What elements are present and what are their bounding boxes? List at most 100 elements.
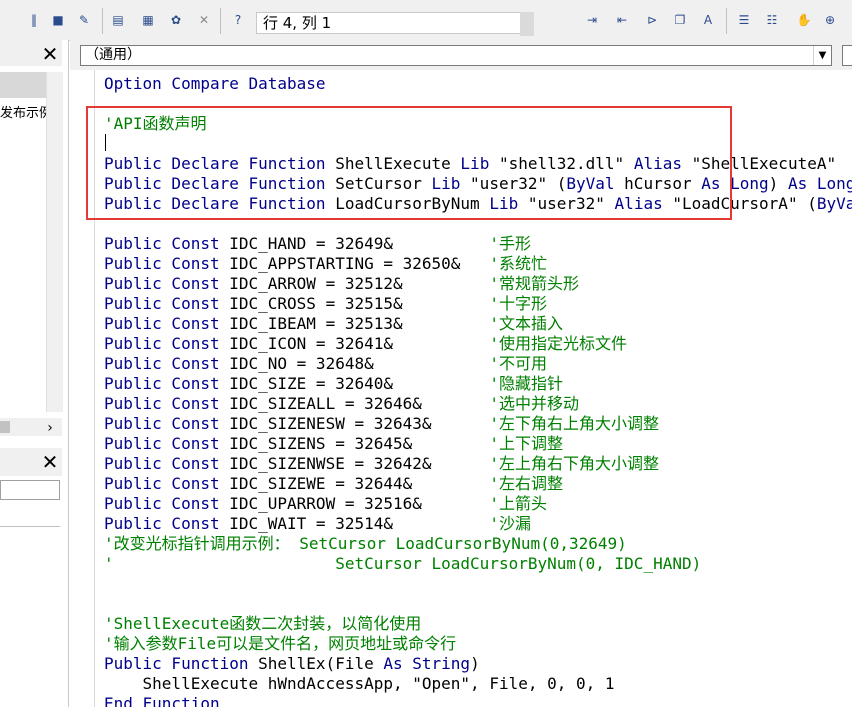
hand-icon[interactable]: ✋ — [796, 12, 812, 28]
code-keyword: ByVal — [816, 194, 852, 213]
properties-icon[interactable]: ▦ — [140, 12, 156, 28]
code-line[interactable]: Public Const IDC_SIZE = 32640& '隐藏指针 — [104, 374, 852, 394]
properties-grid[interactable] — [0, 526, 60, 708]
margin-indicator-bar[interactable] — [70, 70, 95, 707]
object-browser-icon[interactable]: ✿ — [168, 12, 184, 28]
code-line[interactable]: Public Const IDC_APPSTARTING = 32650& '系… — [104, 254, 852, 274]
code-line[interactable]: ShellExecute hWndAccessApp, "Open", File… — [104, 674, 852, 694]
code-line[interactable] — [104, 94, 852, 114]
code-text: IDC_HAND = 32649& — [229, 234, 490, 253]
chevron-down-icon[interactable]: ▼ — [813, 46, 831, 65]
code-keyword: Public Const — [104, 474, 230, 493]
code-line[interactable]: 'ShellExecute函数二次封装，以简化使用 — [104, 614, 852, 634]
code-line[interactable]: Public Const IDC_HAND = 32649& '手形 — [104, 234, 852, 254]
toggle-breakpoint-icon[interactable]: ⊳ — [644, 12, 660, 28]
tree-vertical-scrollbar[interactable] — [46, 72, 63, 412]
code-line[interactable]: '输入参数File可以是文件名，网页地址或命令行 — [104, 634, 852, 654]
code-line[interactable]: Public Declare Function SetCursor Lib "u… — [104, 174, 852, 194]
design-mode-icon[interactable]: ✎ — [76, 12, 92, 28]
code-keyword: As Long — [701, 174, 769, 193]
code-text: IDC_IBEAM = 32513& — [229, 314, 490, 333]
toolbar-separator — [102, 8, 103, 34]
close-icon[interactable]: ✕ — [40, 44, 60, 64]
toolbox-icon[interactable]: ✕ — [196, 12, 212, 28]
code-line[interactable]: Public Const IDC_NO = 32648& '不可用 — [104, 354, 852, 374]
toolbar: ‖ ■ ✎ ▤ ▦ ✿ ✕ ? 行 4, 列 1 ⇥ ⇤ ⊳ ❐ A ☰ ☷ ✋… — [0, 0, 852, 41]
code-line[interactable]: Public Const IDC_SIZEWE = 32644& '左右调整 — [104, 474, 852, 494]
code-line[interactable]: Public Const IDC_UPARROW = 32516& '上箭头 — [104, 494, 852, 514]
stop-icon[interactable]: ■ — [50, 12, 66, 28]
code-keyword: Public Const — [104, 274, 230, 293]
procedure-combo[interactable] — [842, 45, 852, 66]
scrollbar-thumb[interactable] — [0, 421, 10, 433]
code-line[interactable]: Public Const IDC_CROSS = 32515& '十字形 — [104, 294, 852, 314]
code-keyword: Lib — [460, 154, 499, 173]
code-text: ShellExecute hWndAccessApp, "Open", File… — [104, 674, 615, 693]
code-keyword: Alias — [633, 154, 692, 173]
code-line[interactable]: Public Const IDC_WAIT = 32514& '沙漏 — [104, 514, 852, 534]
code-comment: '隐藏指针 — [489, 374, 563, 393]
code-comment: '上下调整 — [489, 434, 563, 453]
comment-block-icon[interactable]: ❐ — [672, 12, 688, 28]
outdent-icon[interactable]: ⇤ — [614, 12, 630, 28]
code-line[interactable]: Public Const IDC_SIZENS = 32645& '上下调整 — [104, 434, 852, 454]
code-line[interactable]: Public Declare Function LoadCursorByNum … — [104, 194, 852, 214]
code-line[interactable]: End Function — [104, 694, 852, 707]
code-editor[interactable]: Option Compare Database 'API函数声明 Public … — [104, 74, 852, 707]
code-text: IDC_CROSS = 32515& — [229, 294, 490, 313]
code-keyword: Public Const — [104, 234, 230, 253]
code-keyword: Public Const — [104, 434, 230, 453]
code-text: ShellExecute — [335, 154, 461, 173]
code-line[interactable] — [104, 594, 852, 614]
properties-object-select[interactable] — [0, 480, 60, 500]
code-line[interactable]: Public Const IDC_SIZENESW = 32643& '左下角右… — [104, 414, 852, 434]
code-line[interactable]: ' SetCursor LoadCursorByNum(0, IDC_HAND) — [104, 554, 852, 574]
code-keyword: Public Declare Function — [104, 194, 336, 213]
code-keyword: Public Const — [104, 414, 230, 433]
code-line[interactable]: 'API函数声明 — [104, 114, 852, 134]
code-text: "user32" — [527, 194, 615, 213]
prev-bookmark-icon[interactable]: ⊕ — [822, 12, 838, 28]
code-text: "LoadCursorA" ( — [672, 194, 817, 213]
code-comment: '不可用 — [489, 354, 547, 373]
code-line[interactable]: Public Const IDC_SIZEALL = 32646& '选中并移动 — [104, 394, 852, 414]
indent-icon[interactable]: ⇥ — [584, 12, 600, 28]
code-line[interactable]: Public Const IDC_ARROW = 32512& '常规箭头形 — [104, 274, 852, 294]
code-comment: '手形 — [489, 234, 531, 253]
code-comment: '系统忙 — [489, 254, 547, 273]
code-line[interactable] — [104, 574, 852, 594]
code-line[interactable]: Public Const IDC_ICON = 32641& '使用指定光标文件 — [104, 334, 852, 354]
code-keyword: Public Const — [104, 394, 230, 413]
close-icon[interactable]: ✕ — [40, 452, 60, 472]
code-line[interactable]: Public Declare Function ShellExecute Lib… — [104, 154, 852, 174]
code-text: IDC_SIZEWE = 32644& — [229, 474, 490, 493]
chevron-right-icon[interactable]: › — [40, 418, 60, 438]
tree-horizontal-scrollbar[interactable]: › — [0, 418, 62, 436]
code-keyword: Lib — [431, 174, 471, 193]
code-comment: '文本插入 — [489, 314, 563, 333]
code-line[interactable]: Public Const IDC_IBEAM = 32513& '文本插入 — [104, 314, 852, 334]
code-line[interactable] — [104, 134, 852, 154]
code-line[interactable] — [104, 214, 852, 234]
project-explorer-icon[interactable]: ▤ — [110, 12, 126, 28]
toggle-bookmark-icon[interactable]: ☰ — [736, 12, 752, 28]
code-comment: '选中并移动 — [489, 394, 579, 413]
code-text: "ShellExecuteA" — [691, 154, 837, 173]
code-line[interactable]: '改变光标指针调用示例： SetCursor LoadCursorByNum(0… — [104, 534, 852, 554]
next-bookmark-icon[interactable]: ☷ — [764, 12, 780, 28]
code-line[interactable]: Public Function ShellEx(File As String) — [104, 654, 852, 674]
toolbar-overflow[interactable] — [520, 12, 534, 36]
text-caret — [105, 134, 106, 151]
code-comment: 'API函数声明 — [104, 114, 207, 133]
code-line[interactable]: Public Const IDC_SIZENWSE = 32642& '左上角右… — [104, 454, 852, 474]
uncomment-block-icon[interactable]: A — [700, 12, 716, 28]
code-text: IDC_SIZE = 32640& — [229, 374, 490, 393]
object-combo[interactable]: （通用） ▼ — [80, 45, 832, 66]
code-keyword: End Function — [104, 694, 220, 707]
pause-icon[interactable]: ‖ — [26, 12, 42, 28]
code-line[interactable]: Option Compare Database — [104, 74, 852, 94]
project-tree-item[interactable]: 发布示例 — [0, 102, 52, 121]
code-text: ShellEx(File — [258, 654, 384, 673]
help-icon[interactable]: ? — [230, 12, 246, 28]
toolbar-separator — [220, 8, 221, 34]
